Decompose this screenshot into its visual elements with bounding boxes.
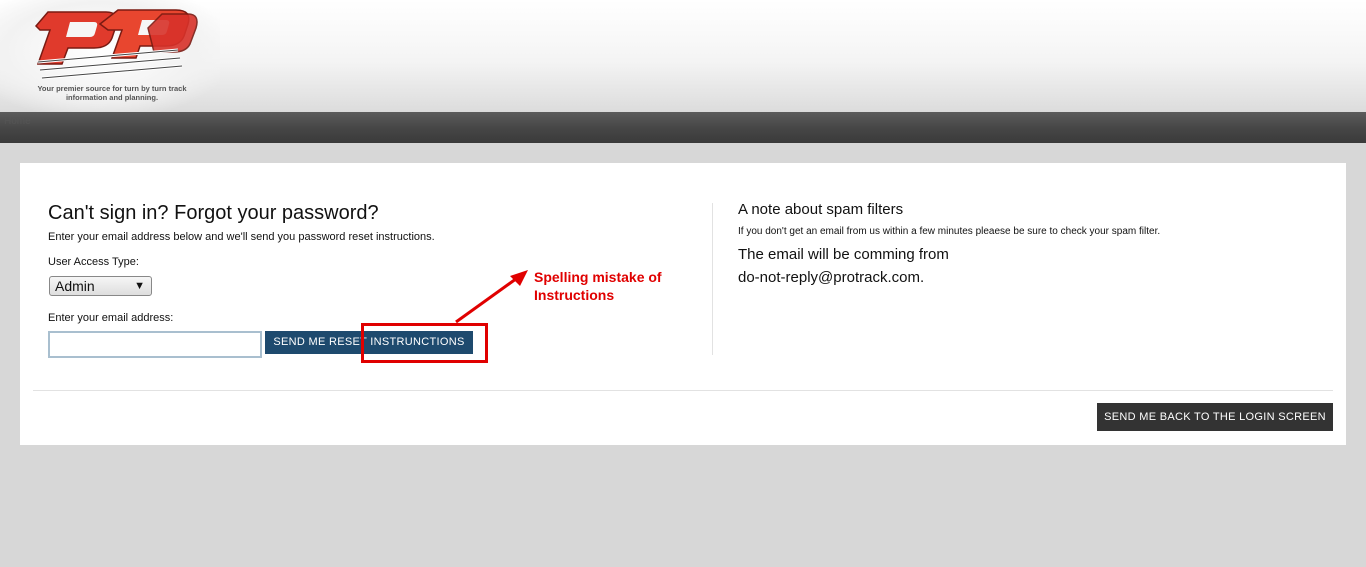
- dropdown-arrow-icon: ▼: [134, 280, 145, 292]
- reset-form: Can't sign in? Forgot your password? Ent…: [48, 201, 688, 358]
- email-label: Enter your email address:: [48, 312, 174, 324]
- access-type-select[interactable]: Admin ▼: [49, 276, 152, 296]
- tagline: Your premier source for turn by turn tra…: [37, 84, 187, 102]
- annotation-line-2: Instructions: [534, 287, 615, 303]
- column-divider: [712, 203, 713, 355]
- access-type-label: User Access Type:: [48, 256, 139, 268]
- nav-bar: Home: [0, 112, 1366, 143]
- email-source-line: The email will be comming from: [738, 246, 949, 263]
- email-source: The email will be comming from do-not-re…: [738, 243, 1298, 289]
- pro-track-guides-logo: [34, 9, 198, 80]
- footer-divider: [33, 390, 1333, 391]
- access-type-value: Admin: [55, 278, 95, 294]
- forgot-password-panel: Can't sign in? Forgot your password? Ent…: [20, 163, 1346, 445]
- nav-home-link[interactable]: Home: [4, 116, 31, 127]
- logo[interactable]: Your premier source for turn by turn tra…: [0, 0, 220, 112]
- spam-note-text: If you don't get an email from us within…: [738, 226, 1161, 237]
- email-source-address: do-not-reply@protrack.com.: [738, 269, 925, 286]
- site-header: Your premier source for turn by turn tra…: [0, 0, 1366, 112]
- annotation-text: Spelling mistake of Instructions: [534, 268, 684, 304]
- back-to-login-button[interactable]: SEND ME BACK TO THE LOGIN SCREEN: [1097, 403, 1333, 431]
- spam-note-title: A note about spam filters: [738, 201, 904, 218]
- form-instructions: Enter your email address below and we'll…: [48, 231, 435, 243]
- send-reset-instructions-button[interactable]: SEND ME RESET INSTRUNCTIONS: [265, 331, 473, 354]
- spam-note: A note about spam filters If you don't g…: [738, 201, 1298, 289]
- annotation-line-1: Spelling mistake of: [534, 269, 662, 285]
- page-title: Can't sign in? Forgot your password?: [48, 202, 379, 224]
- email-input[interactable]: [48, 331, 262, 358]
